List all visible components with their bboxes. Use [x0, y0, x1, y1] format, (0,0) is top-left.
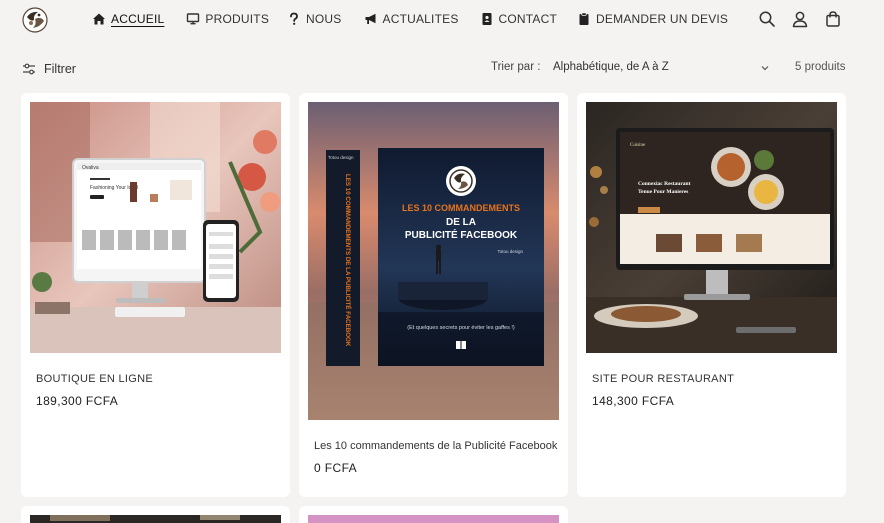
filter-label: Filtrer [44, 62, 76, 76]
ebook-cover-illustration: Totou design LES 10 COMMANDEMENTS DE LA … [308, 102, 559, 420]
nav-item-devis[interactable]: DEMANDER UN DEVIS [577, 12, 728, 26]
product-price: 0 FCFA [314, 461, 358, 475]
nav-item-accueil[interactable]: ACCUEIL [92, 12, 164, 26]
spine-brand: Totou design [328, 155, 354, 160]
contact-card-icon [480, 12, 494, 26]
mockup-logo: Cuisine [630, 143, 646, 148]
nav-item-produits[interactable]: PRODUITS [186, 12, 269, 26]
chevron-down-icon [761, 66, 769, 71]
cart-icon[interactable] [824, 10, 842, 28]
product-image[interactable]: Totou design LES 10 COMMANDEMENTS DE LA … [308, 102, 559, 420]
product-image[interactable]: Cuisine Connexiac Restaurant Tenue Pour … [586, 102, 837, 353]
megaphone-icon [364, 12, 378, 26]
product-card[interactable] [21, 506, 290, 523]
search-icon[interactable] [758, 10, 776, 28]
product-title[interactable]: BOUTIQUE EN LIGNE [36, 373, 153, 385]
cover-title-line1: LES 10 COMMANDEMENTS [402, 203, 520, 213]
nav-label: ACCUEIL [111, 12, 165, 26]
restaurant-mockup-illustration: Cuisine Connexiac Restaurant Tenue Pour … [586, 102, 837, 353]
product-card[interactable] [299, 506, 568, 523]
clipboard-icon [577, 12, 591, 26]
nav-label: DEMANDER UN DEVIS [596, 12, 729, 26]
product-card[interactable]: Ovaliva Fashioning Your Ideal BOUTIQUE E… [21, 93, 290, 497]
product-image[interactable]: Ovaliva Fashioning Your Ideal [30, 102, 281, 353]
filter-button[interactable]: Filtrer [22, 62, 76, 76]
monitor-icon [186, 12, 200, 26]
mockup-headline-1: Connexiac Restaurant [638, 181, 691, 187]
product-card[interactable]: Cuisine Connexiac Restaurant Tenue Pour … [577, 93, 846, 497]
nav-label: PRODUITS [205, 12, 270, 26]
account-icon[interactable] [791, 10, 809, 28]
sort-select[interactable]: Alphabétique, de A à Z [553, 61, 771, 73]
product-price: 189,300 FCFA [36, 394, 119, 408]
mockup-headline-2: Tenue Pour Manieres [638, 189, 688, 195]
sort-label: Trier par : [491, 61, 541, 73]
main-nav: ACCUEIL PRODUITS NOUS ACTUALITES CONTACT [92, 12, 728, 26]
home-icon [92, 12, 106, 26]
product-photo-partial [30, 515, 281, 523]
product-image[interactable] [30, 515, 281, 523]
nav-item-contact[interactable]: CONTACT [480, 12, 558, 26]
nav-label: NOUS [306, 12, 342, 26]
cover-tagline: (Et quelques secrets pour éviter les gaf… [407, 325, 515, 331]
cover-title-line2: DE LA [446, 217, 476, 228]
cover-title-line3: PUBLICITÉ FACEBOOK [405, 228, 518, 241]
nav-label: CONTACT [498, 12, 558, 26]
sort-value: Alphabétique, de A à Z [553, 61, 669, 73]
nav-item-nous[interactable]: NOUS [287, 12, 341, 26]
product-price: 148,300 FCFA [592, 394, 675, 408]
product-image[interactable] [308, 515, 559, 523]
filter-sliders-icon [23, 63, 35, 75]
product-title[interactable]: Les 10 commandements de la Publicité Fac… [314, 440, 557, 452]
site-logo[interactable] [21, 7, 49, 33]
header-actions [758, 10, 857, 28]
question-icon [287, 12, 301, 26]
product-photo-partial [308, 515, 559, 523]
mockup-logo: Ovaliva [82, 165, 99, 171]
ecommerce-mockup-illustration: Ovaliva Fashioning Your Ideal [30, 102, 281, 353]
nav-label: ACTUALITES [382, 12, 459, 26]
product-count: 5 produits [795, 61, 846, 73]
nav-item-actualites[interactable]: ACTUALITES [364, 12, 459, 26]
site-header: ACCUEIL PRODUITS NOUS ACTUALITES CONTACT [0, 0, 884, 40]
spine-title: LES 10 COMMANDEMENTS DE LA PUBLICITÉ FAC… [344, 174, 352, 347]
logo-mark-icon [22, 7, 48, 33]
product-card[interactable]: Totou design LES 10 COMMANDEMENTS DE LA … [299, 93, 568, 497]
cover-brand: Totou design [497, 249, 523, 254]
product-title[interactable]: SITE POUR RESTAURANT [592, 373, 734, 385]
